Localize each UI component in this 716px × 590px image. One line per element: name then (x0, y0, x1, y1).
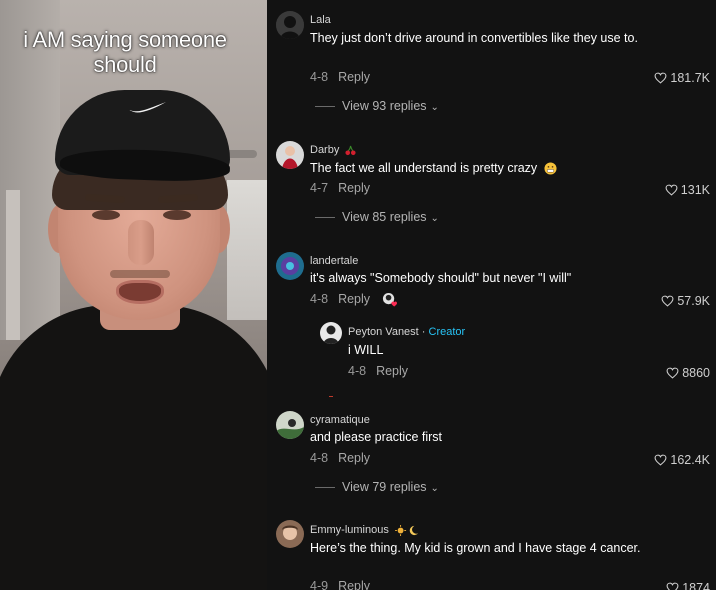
like-count: 181.7K (670, 71, 710, 85)
caption-line-1: i AM saying someone (23, 27, 227, 52)
caption-line-2: should (93, 52, 157, 77)
video-player[interactable]: i AM saying someone should (0, 0, 267, 590)
chevron-down-icon: ⌄ (430, 102, 439, 113)
comment-meta: 4-8 Reply (310, 292, 397, 307)
thread-marker (329, 396, 333, 397)
user-photo-icon (320, 322, 342, 344)
comments-panel[interactable]: Lala They just don’t drive around in con… (267, 0, 716, 590)
person-shirt (0, 305, 267, 590)
video-caption: i AM saying someone should (0, 27, 250, 77)
heart-icon (661, 295, 674, 307)
username-label: Emmy-luminous (310, 524, 389, 536)
like-count: 162.4K (670, 453, 710, 467)
avatar[interactable] (276, 141, 304, 169)
divider-dash (315, 217, 335, 219)
sun-moon-emoji-icon (395, 524, 418, 536)
comment-text-body: The fact we all understand is pretty cra… (310, 161, 538, 175)
like-button[interactable]: 162.4K (654, 453, 710, 467)
avatar[interactable] (276, 252, 304, 280)
heart-icon (654, 72, 667, 84)
avatar[interactable] (276, 411, 304, 439)
divider-dash (315, 487, 335, 489)
comment-text: The fact we all understand is pretty cra… (310, 159, 655, 177)
heart-icon (665, 184, 678, 196)
comment-date: 4-8 (310, 451, 329, 465)
grimace-emoji-icon (544, 162, 557, 175)
reply-text: i WILL (348, 343, 384, 357)
view-replies-label: View 79 replies (342, 480, 427, 494)
eye-left (92, 210, 120, 220)
comment-date: 4-8 (310, 292, 329, 306)
like-button[interactable]: 131K (665, 183, 710, 197)
eye-right (163, 210, 191, 220)
chevron-down-icon: ⌄ (430, 213, 439, 224)
comment-date: 4-7 (310, 181, 329, 195)
comment-username[interactable]: Darby (310, 144, 356, 156)
person-mouth (116, 280, 164, 304)
comment-username[interactable]: cyramatique (310, 414, 370, 426)
reply-button[interactable]: Reply (338, 292, 370, 306)
person-nose (128, 220, 154, 265)
comment-date: 4-9 (310, 579, 329, 590)
heart-icon (654, 454, 667, 466)
comment-username[interactable]: Emmy-luminous (310, 524, 419, 536)
comment-date: 4-8 (310, 70, 329, 84)
heart-icon (666, 367, 679, 379)
background-doorframe (6, 190, 20, 340)
like-button[interactable]: 8860 (666, 366, 710, 380)
like-button[interactable]: 181.7K (654, 71, 710, 85)
reply-button[interactable]: Reply (338, 579, 370, 590)
avatar[interactable] (276, 11, 304, 39)
view-replies-label: View 93 replies (342, 99, 427, 113)
reply-button[interactable]: Reply (338, 451, 370, 465)
username-separator: · (418, 326, 429, 338)
username-label: Peyton Vanest (348, 326, 419, 338)
like-button[interactable]: 1874 (666, 581, 710, 590)
reply-button[interactable]: Reply (338, 70, 370, 84)
creator-badge: Creator (428, 326, 466, 338)
view-replies-button[interactable]: View 85 replies ⌄ (315, 210, 439, 224)
avatar[interactable] (320, 322, 342, 344)
comment-meta: 4-9 Reply (310, 579, 370, 590)
username-label: Darby (310, 144, 340, 156)
comment-text: and please practice first (310, 430, 443, 444)
reply-username[interactable]: Peyton Vanest · Creator (348, 326, 465, 338)
like-count: 131K (680, 183, 710, 197)
view-replies-button[interactable]: View 93 replies ⌄ (315, 99, 439, 113)
creator-liked-avatar-icon (382, 293, 397, 307)
reply-meta: 4-8 Reply (348, 364, 408, 378)
avatar[interactable] (276, 520, 304, 548)
heart-icon (666, 582, 679, 590)
background-window (227, 180, 267, 320)
user-photo-icon (276, 411, 304, 439)
comment-text: Here’s the thing. My kid is grown and I … (310, 541, 641, 555)
like-count: 57.9K (677, 294, 710, 308)
user-photo-icon (276, 11, 304, 39)
divider-dash (315, 106, 335, 108)
chevron-down-icon: ⌄ (430, 483, 439, 494)
user-photo-icon (276, 141, 304, 169)
like-count: 1874 (682, 581, 710, 590)
person-mustache (110, 270, 170, 278)
comment-date: 4-8 (348, 364, 367, 378)
comment-meta: 4-8 Reply (310, 70, 370, 84)
swoosh-logo-icon (129, 102, 166, 113)
user-photo-icon (276, 520, 304, 548)
comment-meta: 4-7 Reply (310, 181, 370, 195)
comment-username[interactable]: Lala (310, 14, 331, 26)
reply-button[interactable]: Reply (376, 364, 408, 378)
like-count: 8860 (682, 366, 710, 380)
comment-username[interactable]: landertale (310, 255, 358, 267)
user-photo-icon (276, 252, 304, 280)
view-replies-label: View 85 replies (342, 210, 427, 224)
like-button[interactable]: 57.9K (661, 294, 710, 308)
reply-button[interactable]: Reply (338, 181, 370, 195)
cherry-emoji-icon (345, 145, 356, 155)
comment-text: They just don’t drive around in converti… (310, 31, 638, 45)
comment-text: it's always "Somebody should" but never … (310, 271, 572, 285)
comment-meta: 4-8 Reply (310, 451, 370, 465)
view-replies-button[interactable]: View 79 replies ⌄ (315, 480, 439, 494)
